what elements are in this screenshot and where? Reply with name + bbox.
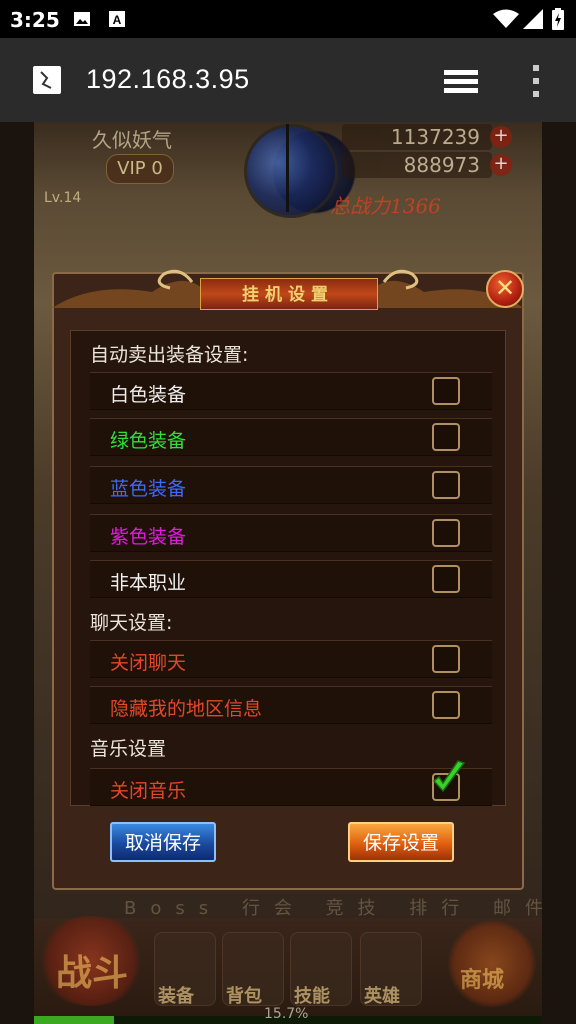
player-name: 久似妖气 — [92, 128, 172, 152]
setting-label: 绿色装备 — [110, 430, 187, 452]
checkbox-green-gear[interactable] — [432, 423, 460, 451]
bag-label: 背包 — [226, 986, 262, 1007]
checkbox-blue-gear[interactable] — [432, 471, 460, 499]
setting-label: 隐藏我的地区信息 — [110, 698, 263, 720]
setting-label: 白色装备 — [110, 384, 187, 406]
setting-row-close-chat[interactable]: 关闭聊天 — [90, 640, 492, 678]
cancel-save-button[interactable]: 取消保存 — [110, 822, 216, 862]
setting-label: 非本职业 — [110, 572, 187, 594]
section-label-auto-sell: 自动卖出装备设置: — [90, 344, 249, 366]
setting-label: 紫色装备 — [110, 526, 187, 548]
checkbox-purple-gear[interactable] — [432, 519, 460, 547]
save-settings-button[interactable]: 保存设置 — [348, 822, 454, 862]
status-bar: 3:25 A — [0, 0, 576, 38]
tabs-icon[interactable] — [442, 68, 480, 96]
dialog-title: 挂机设置 — [242, 285, 334, 305]
setting-row-hide-region[interactable]: 隐藏我的地区信息 — [90, 686, 492, 724]
skills-label: 技能 — [294, 986, 330, 1007]
svg-text:A: A — [113, 13, 122, 27]
url-bar[interactable]: 192.168.3.95 — [86, 64, 250, 95]
image-icon — [74, 12, 90, 26]
exp-bar-fill — [34, 1016, 114, 1024]
checkbox-hide-region[interactable] — [432, 691, 460, 719]
setting-label: 蓝色装备 — [110, 478, 187, 500]
health-mana-orb — [244, 124, 338, 218]
section-label-music: 音乐设置 — [90, 738, 167, 760]
fight-label: 战斗 — [56, 952, 129, 994]
close-icon: ✕ — [494, 274, 516, 302]
vip-badge[interactable]: VIP 0 — [106, 154, 174, 184]
checkbox-close-chat[interactable] — [432, 645, 460, 673]
setting-row-green-gear[interactable]: 绿色装备 — [90, 418, 492, 456]
wifi-icon — [493, 9, 519, 28]
exp-percent: 15.7% — [264, 1006, 309, 1022]
add-gold-icon[interactable]: + — [490, 126, 512, 148]
close-button[interactable]: ✕ — [486, 270, 524, 308]
shop-label: 商城 — [460, 968, 505, 993]
battery-icon — [552, 8, 564, 30]
signal-icon — [523, 9, 543, 29]
combat-power: 总战力1366 — [330, 194, 441, 218]
orb-divider — [286, 124, 289, 212]
overflow-menu-icon[interactable] — [530, 64, 542, 98]
gem-counter: 888973 — [342, 152, 492, 178]
page-favicon-icon — [33, 66, 61, 94]
game-edge-right — [542, 122, 576, 1024]
checkbox-non-class[interactable] — [432, 565, 460, 593]
setting-label: 关闭音乐 — [110, 780, 187, 802]
setting-row-purple-gear[interactable]: 紫色装备 — [90, 514, 492, 552]
section-label-chat: 聊天设置: — [90, 612, 173, 634]
hero-label: 英雄 — [364, 986, 400, 1007]
add-gem-icon[interactable]: + — [490, 154, 512, 176]
checkmark-icon — [432, 760, 466, 793]
setting-row-close-music[interactable]: 关闭音乐 — [90, 760, 492, 806]
setting-row-white-gear[interactable]: 白色装备 — [90, 372, 492, 410]
game-edge-left — [0, 122, 34, 1024]
setting-label: 关闭聊天 — [110, 652, 187, 674]
checkbox-white-gear[interactable] — [432, 377, 460, 405]
gold-counter: 1137239 — [342, 124, 492, 150]
setting-row-blue-gear[interactable]: 蓝色装备 — [90, 466, 492, 504]
player-level: Lv.14 — [44, 190, 82, 206]
status-time: 3:25 — [10, 8, 60, 32]
setting-row-non-class[interactable]: 非本职业 — [90, 560, 492, 598]
font-icon: A — [109, 11, 125, 27]
equipment-label: 装备 — [158, 986, 194, 1007]
